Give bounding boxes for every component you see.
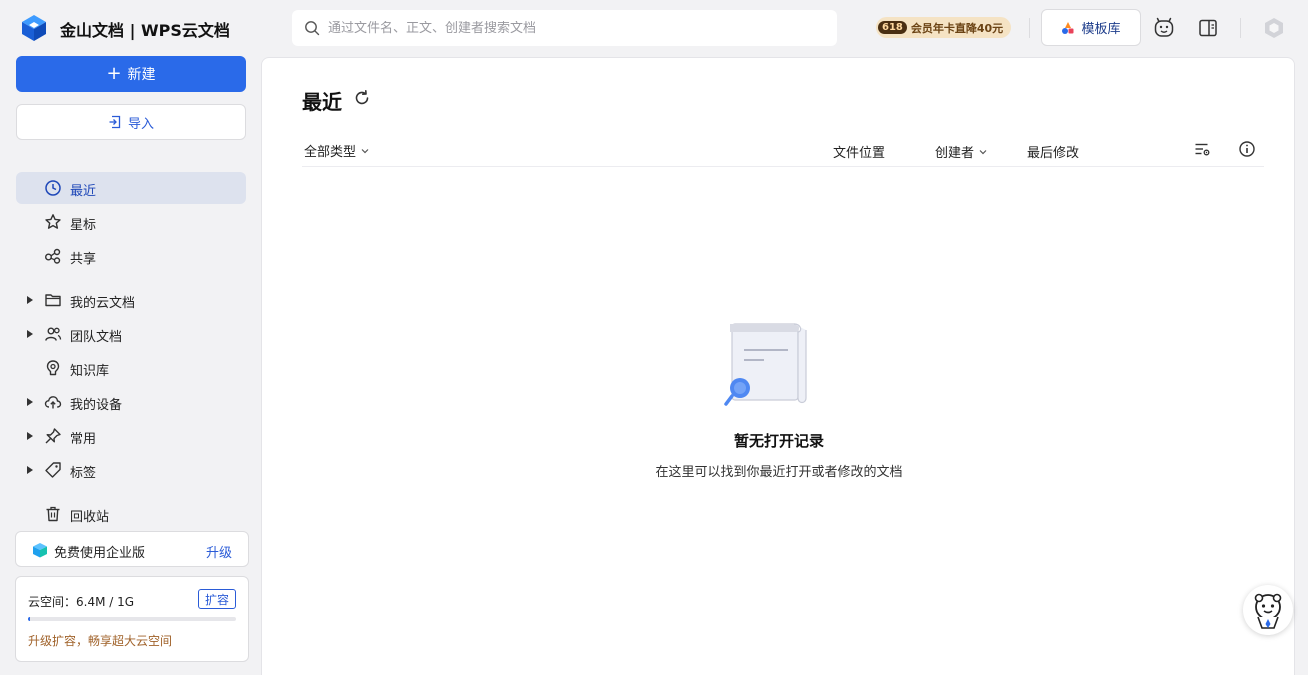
- sidebar-item-trash[interactable]: 回收站: [16, 498, 246, 530]
- expand-arrow-icon[interactable]: [26, 397, 34, 407]
- page-title: 最近: [302, 90, 342, 114]
- info-icon[interactable]: [1238, 140, 1256, 158]
- face-icon[interactable]: [1153, 17, 1175, 39]
- enterprise-banner[interactable]: 免费使用企业版 升级: [15, 531, 249, 567]
- sidebar-item-my-devices[interactable]: 我的设备: [16, 386, 246, 418]
- storage-progress-bar: [28, 617, 236, 621]
- trash-icon: [46, 506, 60, 522]
- expand-arrow-icon[interactable]: [26, 431, 34, 441]
- sidebar-item-label: 团队文档: [70, 330, 123, 345]
- assistant-button[interactable]: [1243, 585, 1293, 635]
- column-header-location: 文件位置: [833, 142, 885, 161]
- storage-upgrade-tip[interactable]: 升级扩容，畅享超大云空间: [28, 632, 172, 649]
- chevron-down-icon: [361, 148, 369, 153]
- sidebar-item-label: 我的设备: [70, 398, 123, 413]
- assistant-mascot-icon: [1254, 593, 1282, 629]
- sidebar-item-label: 共享: [70, 252, 97, 267]
- cloud-upload-icon: [44, 396, 62, 409]
- sidebar-item-label: 标签: [70, 466, 97, 481]
- storage-progress-fill: [28, 617, 31, 621]
- upgrade-link[interactable]: 升级: [206, 542, 232, 561]
- expand-arrow-icon[interactable]: [26, 465, 34, 475]
- share-icon: [45, 248, 61, 264]
- column-header-creator[interactable]: 创建者: [935, 142, 988, 161]
- promo-text: 会员年卡直降40元: [910, 21, 1004, 35]
- sparkle-icon: [1062, 21, 1074, 34]
- empty-records-illustration-icon: [724, 323, 807, 406]
- app-title: 金山文档 | WPS云文档: [60, 21, 230, 40]
- user-avatar-icon[interactable]: [1263, 17, 1285, 39]
- import-button-label: 导入: [127, 116, 154, 132]
- sidebar-item-recent[interactable]: 最近: [16, 172, 246, 204]
- enterprise-cube-icon: [33, 543, 47, 558]
- sidebar-item-label: 知识库: [70, 364, 110, 379]
- search-icon: [305, 21, 320, 36]
- sidebar-item-label: 常用: [70, 432, 97, 447]
- pin-icon: [45, 428, 61, 444]
- folder-icon: [45, 294, 61, 307]
- column-header-label: 最后修改: [1027, 146, 1080, 161]
- list-settings-icon[interactable]: [1193, 140, 1211, 158]
- storage-usage-text: 云空间：6.4M / 1G: [28, 595, 135, 609]
- file-type-filter-label: 全部类型: [304, 145, 357, 160]
- enterprise-label: 免费使用企业版: [54, 546, 146, 561]
- import-icon: [109, 115, 121, 129]
- star-icon: [45, 214, 61, 229]
- column-header-label: 创建者: [935, 146, 975, 161]
- sidebar-item-label: 星标: [70, 218, 97, 233]
- app-logo-icon[interactable]: [20, 13, 48, 43]
- template-library-label: 模板库: [1081, 22, 1121, 37]
- plus-icon: +: [106, 63, 122, 84]
- sidebar-item-label: 回收站: [70, 510, 110, 525]
- new-button-label: 新建: [127, 67, 156, 83]
- promo-banner[interactable]: 618 会员年卡直降40元: [876, 17, 1011, 38]
- column-header-label: 文件位置: [833, 146, 886, 161]
- empty-state-subtitle: 在这里可以找到你最近打开或者修改的文档: [655, 465, 903, 480]
- storage-card: 云空间：6.4M / 1G 扩容 升级扩容，畅享超大云空间: [15, 576, 249, 662]
- expand-arrow-icon[interactable]: [26, 295, 34, 305]
- panel-toggle-icon[interactable]: [1197, 17, 1219, 39]
- chevron-down-icon: [979, 149, 987, 154]
- header-divider: [302, 166, 1264, 167]
- sidebar-item-knowledge-base[interactable]: 知识库: [16, 352, 246, 384]
- search-input[interactable]: [328, 20, 808, 36]
- divider: [1029, 18, 1030, 38]
- search-box[interactable]: [292, 10, 837, 46]
- expand-storage-button[interactable]: 扩容: [198, 589, 236, 609]
- import-button[interactable]: 导入: [16, 104, 246, 140]
- sidebar-item-starred[interactable]: 星标: [16, 206, 246, 238]
- sidebar-item-tags[interactable]: 标签: [16, 454, 246, 486]
- clock-icon: [45, 180, 61, 196]
- sidebar-item-my-cloud-docs[interactable]: 我的云文档: [16, 284, 246, 316]
- sidebar-item-frequent[interactable]: 常用: [16, 420, 246, 452]
- knowledge-icon: [46, 360, 60, 376]
- refresh-icon[interactable]: [353, 89, 371, 107]
- template-library-button[interactable]: 模板库: [1041, 9, 1141, 46]
- divider: [1240, 18, 1241, 38]
- new-button[interactable]: + 新建: [16, 56, 246, 92]
- empty-state-title: 暂无打开记录: [733, 432, 824, 450]
- sidebar-item-label: 我的云文档: [70, 296, 136, 311]
- sidebar-item-team-docs[interactable]: 团队文档: [16, 318, 246, 350]
- top-bar: 金山文档 | WPS云文档 618 会员年卡直降40元 模板库: [0, 0, 1308, 56]
- file-type-filter[interactable]: 全部类型: [304, 141, 370, 160]
- sidebar-item-shared[interactable]: 共享: [16, 240, 246, 272]
- team-icon: [45, 327, 62, 341]
- promo-badge: 618: [878, 21, 907, 34]
- expand-arrow-icon[interactable]: [26, 329, 34, 339]
- sidebar-item-label: 最近: [70, 184, 97, 199]
- tag-icon: [45, 462, 61, 478]
- main-panel: 最近 全部类型 文件位置 创建者 最后修改 暂无打开记录 在这里可以找到你最近打…: [261, 57, 1295, 675]
- column-header-last-modified[interactable]: 最后修改: [1027, 142, 1079, 161]
